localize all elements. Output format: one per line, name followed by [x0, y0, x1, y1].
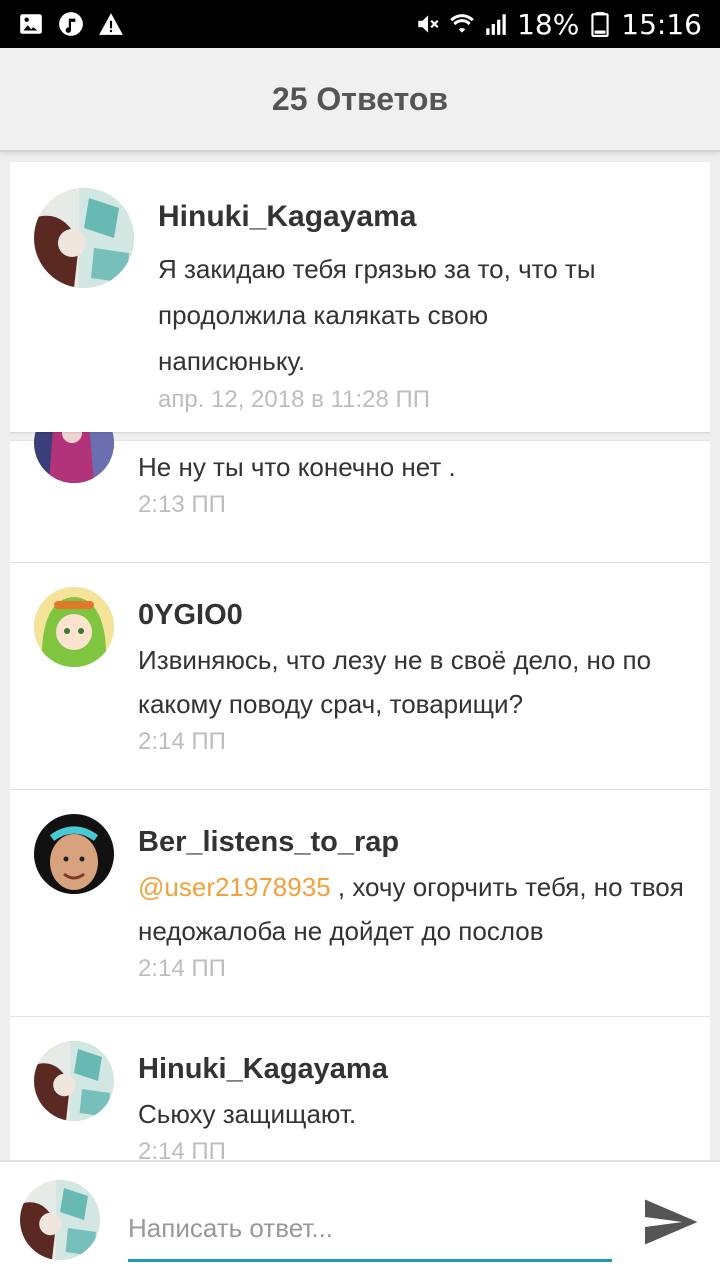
comment-text: Извиняюсь, что лезу не в своё дело, но п…: [138, 645, 652, 719]
username[interactable]: Hinuki_Kagayama: [138, 1053, 698, 1086]
user-mention-link[interactable]: @user21978935: [138, 872, 331, 902]
avatar[interactable]: [34, 188, 134, 288]
timestamp: 2:14 ПП: [138, 728, 226, 755]
comment-text: Не ну ты что конечно нет .: [138, 452, 456, 482]
comment-text: Я закидаю тебя грязью за то, что ты прод…: [158, 254, 596, 376]
original-comment[interactable]: Hinuki_Kagayama Я закидаю тебя грязью за…: [10, 162, 710, 432]
timestamp: 2:13 ПП: [138, 491, 226, 518]
mute-icon: [415, 11, 441, 37]
my-avatar: [20, 1180, 100, 1260]
replies-list[interactable]: Hinuki_Kagayama Я закидаю тебя грязью за…: [10, 160, 710, 1160]
compose-bar: [0, 1160, 720, 1280]
battery-icon: [587, 11, 613, 37]
clock: 15:16: [621, 7, 702, 41]
comment-text: Сьюху защищают.: [138, 1099, 357, 1129]
warning-icon: [98, 11, 124, 37]
reply-input[interactable]: [128, 1198, 612, 1262]
music-icon: [58, 11, 84, 37]
username[interactable]: Ber_listens_to_rap: [138, 826, 698, 859]
image-icon: [18, 11, 44, 37]
comment-text: @user21978935 , хочу огорчить тебя, но т…: [138, 865, 698, 953]
avatar[interactable]: [34, 587, 114, 667]
reply-item[interactable]: user21978935 Не ну ты что конечно нет . …: [10, 403, 710, 562]
username[interactable]: 0YGIO0: [138, 599, 698, 632]
avatar[interactable]: [34, 1041, 114, 1121]
app-header: 25 Ответов: [0, 48, 720, 152]
reply-item[interactable]: Ber_listens_to_rap @user21978935 , хочу …: [10, 789, 710, 1016]
reply-item[interactable]: Hinuki_Kagayama Сьюху защищают. 2:14 ПП: [10, 1016, 710, 1160]
page-title: 25 Ответов: [271, 80, 449, 117]
avatar[interactable]: [34, 814, 114, 894]
wifi-icon: [449, 11, 475, 37]
timestamp: 2:14 ПП: [138, 1138, 226, 1160]
send-icon: [645, 1199, 698, 1245]
signal-icon: [483, 11, 509, 37]
timestamp: 2:14 ПП: [138, 955, 226, 982]
battery-percentage: 18%: [517, 7, 580, 41]
send-button[interactable]: [640, 1192, 700, 1252]
status-bar: 18% 15:16: [0, 0, 720, 48]
timestamp: апр. 12, 2018 в 11:28 ПП: [158, 386, 430, 413]
username[interactable]: Hinuki_Kagayama: [158, 200, 678, 234]
reply-item[interactable]: 0YGIO0 Извиняюсь, что лезу не в своё дел…: [10, 562, 710, 789]
